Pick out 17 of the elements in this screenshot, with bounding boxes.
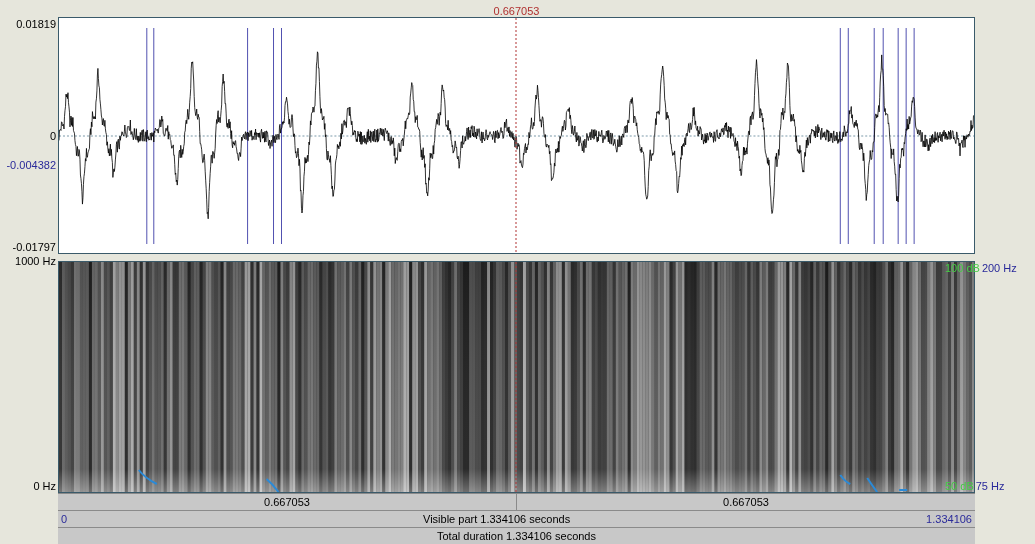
cursor-time: 0.667053 (493, 5, 540, 17)
end-time: 1.334106 (925, 513, 973, 525)
amplitude-zero-label: 0 (49, 129, 56, 142)
frequency-min-label: 0 Hz (33, 480, 56, 493)
amplitude-marker-label: -0.004382 (6, 159, 56, 172)
intensity-min-label: 50 dB (945, 480, 974, 493)
total-duration-label: Total duration 1.334106 seconds (436, 530, 597, 542)
visible-part-bar[interactable]: 0 Visible part 1.334106 seconds 1.334106 (58, 510, 975, 527)
frequency-max-label: 1000 Hz (15, 255, 56, 267)
pitch-max-label: 200 Hz (981, 261, 1017, 274)
amplitude-max-label: 0.01819 (16, 18, 56, 31)
amplitude-min-label: -0.01797 (12, 240, 56, 253)
start-time: 0 (60, 513, 69, 525)
visible-part-label: Visible part 1.334106 seconds (422, 513, 572, 525)
time-segment[interactable]: 0.667053 (517, 494, 975, 510)
total-duration-bar[interactable]: Total duration 1.334106 seconds (58, 527, 975, 544)
pitch-min-label: 75 Hz (975, 480, 1005, 493)
